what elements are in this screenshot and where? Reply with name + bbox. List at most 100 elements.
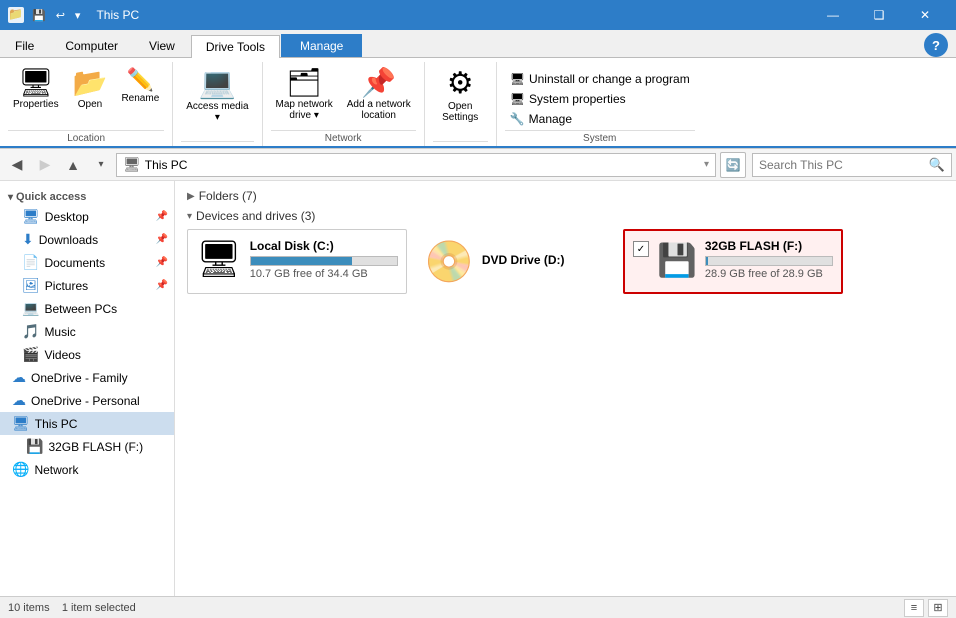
sidebar-item-onedrive-family[interactable]: ☁ OneDrive - Family [0, 366, 174, 389]
address-bar-text: This PC [145, 158, 188, 172]
quick-access-chevron: ▾ [8, 192, 13, 203]
pin-icon: 📌 [156, 211, 168, 222]
documents-icon: 📄 [22, 254, 39, 271]
uninstall-icon: 🖥 [510, 72, 525, 86]
items-count: 10 items [8, 602, 50, 614]
open-settings-button[interactable]: ⚙ OpenSettings [433, 66, 488, 126]
quick-access-section[interactable]: ▾ Quick access [0, 185, 174, 205]
add-network-location-button[interactable]: 📌 Add a networklocation [342, 66, 416, 124]
sidebar-item-pictures[interactable]: 🖼 Pictures 📌 [0, 274, 174, 297]
system-col: 🖥 Uninstall or change a program 🖥 System… [505, 66, 695, 128]
downloads-icon: ⬇ [22, 231, 34, 248]
minimize-button[interactable]: — [810, 0, 856, 30]
quick-access-label: Quick access [16, 191, 86, 203]
back-button[interactable]: ◀ [4, 152, 30, 178]
dvd-name: DVD Drive (D:) [482, 253, 565, 267]
drive-f-progress-bg [705, 256, 833, 266]
folders-section-header[interactable]: ▶ Folders (7) [187, 189, 944, 203]
close-button[interactable]: ✕ [902, 0, 948, 30]
system-properties-button[interactable]: 🖥 System properties [505, 90, 695, 108]
address-bar[interactable]: 🖥 This PC ▾ [116, 153, 716, 177]
quick-access-toolbar: 💾 ↩ ▾ [28, 7, 84, 24]
music-icon: 🎵 [22, 323, 39, 340]
tab-view[interactable]: View [134, 34, 190, 57]
tab-computer[interactable]: Computer [50, 34, 133, 57]
settings-icon: ⚙ [447, 69, 474, 99]
sidebar-item-downloads[interactable]: ⬇ Downloads 📌 [0, 228, 174, 251]
dvd-info: DVD Drive (D:) [482, 253, 565, 270]
maximize-button[interactable]: ❑ [856, 0, 902, 30]
sidebar-item-desktop[interactable]: 🖥 Desktop 📌 [0, 205, 174, 228]
title-text: This PC [96, 8, 139, 22]
details-view-button[interactable]: ≡ [904, 599, 924, 617]
sidebar-item-music[interactable]: 🎵 Music [0, 320, 174, 343]
map-network-drive-button[interactable]: 🗂 Map networkdrive ▾ [271, 66, 338, 124]
uninstall-label: Uninstall or change a program [529, 72, 690, 86]
pictures-label: Pictures [45, 279, 151, 293]
drive-c-icon: 🖥 [196, 238, 242, 280]
drive-f-progress-fill [706, 257, 709, 265]
rename-label: Rename [121, 93, 159, 104]
desktop-label: Desktop [45, 210, 151, 224]
drive-f-row: ✓ 💾 32GB FLASH (F:) 28.9 GB free of 28.9… [633, 239, 833, 280]
uninstall-button[interactable]: 🖥 Uninstall or change a program [505, 70, 695, 88]
refresh-button[interactable]: 🔄 [720, 152, 746, 178]
forward-button[interactable]: ▶ [32, 152, 58, 178]
drive-f-checkbox[interactable]: ✓ [633, 241, 649, 257]
sidebar-item-flash[interactable]: 💾 32GB FLASH (F:) [0, 435, 174, 458]
properties-button[interactable]: 🖥 Properties [8, 66, 64, 113]
properties-label: Properties [13, 99, 59, 110]
sidebar-item-videos[interactable]: 🎬 Videos [0, 343, 174, 366]
navigation-bar: ◀ ▶ ▲ ▾ 🖥 This PC ▾ 🔄 🔍 [0, 149, 956, 181]
qs-undo-icon[interactable]: ↩ [52, 7, 69, 24]
ribbon-group-open-settings: ⚙ OpenSettings [425, 62, 497, 146]
tab-drive-tools[interactable]: Drive Tools [191, 35, 280, 58]
sidebar-item-documents[interactable]: 📄 Documents 📌 [0, 251, 174, 274]
ribbon-content: 🖥 Properties 📂 Open ✏️ Rename Location 💻 [0, 58, 956, 148]
sidebar-item-this-pc[interactable]: 🖥 This PC [0, 412, 174, 435]
access-media-button[interactable]: 💻 Access media▾ [181, 66, 253, 126]
tab-file[interactable]: File [0, 34, 49, 57]
drive-item-flash-f[interactable]: ✓ 💾 32GB FLASH (F:) 28.9 GB free of 28.9… [623, 229, 843, 294]
rename-button[interactable]: ✏️ Rename [116, 66, 164, 107]
flash-drive-label: 32GB FLASH (F:) [48, 440, 168, 454]
dvd-icon: 📀 [424, 238, 474, 285]
folder-icon: 📁 [8, 7, 24, 23]
ribbon-group-network: 🗂 Map networkdrive ▾ 📌 Add a networkloca… [263, 62, 425, 146]
qs-dropdown-icon[interactable]: ▾ [71, 7, 85, 24]
qs-save-icon[interactable]: 💾 [28, 7, 50, 24]
tab-manage[interactable]: Manage [281, 34, 362, 57]
devices-section-header[interactable]: ▾ Devices and drives (3) [187, 209, 944, 223]
system-group-label: System [505, 130, 695, 146]
open-button[interactable]: 📂 Open [68, 66, 113, 113]
manage-button[interactable]: 🔧 Manage [505, 110, 695, 128]
sidebar-item-onedrive-personal[interactable]: ☁ OneDrive - Personal [0, 389, 174, 412]
pin-icon-4: 📌 [156, 280, 168, 291]
sidebar-item-between-pcs[interactable]: 💻 Between PCs [0, 297, 174, 320]
title-bar-left: 📁 💾 ↩ ▾ This PC [8, 7, 139, 24]
drive-item-local-c[interactable]: 🖥 Local Disk (C:) 10.7 GB free of 34.4 G… [187, 229, 407, 294]
onedrive-personal-label: OneDrive - Personal [31, 394, 168, 408]
folders-section-label: Folders (7) [199, 189, 257, 203]
tiles-view-button[interactable]: ⊞ [928, 599, 948, 617]
recent-locations-button[interactable]: ▾ [88, 152, 114, 178]
access-media-icon: 💻 [199, 69, 236, 99]
ribbon-group-system: 🖥 Uninstall or change a program 🖥 System… [497, 62, 703, 146]
network-label: Network [34, 463, 168, 477]
sidebar-item-network[interactable]: 🌐 Network [0, 458, 174, 481]
add-network-icon: 📌 [361, 69, 396, 97]
videos-label: Videos [44, 348, 168, 362]
rename-icon: ✏️ [127, 69, 154, 91]
network-items: 🗂 Map networkdrive ▾ 📌 Add a networkloca… [271, 62, 416, 128]
help-button[interactable]: ? [924, 33, 948, 57]
address-bar-dropdown-icon[interactable]: ▾ [704, 159, 709, 170]
content-area: ▶ Folders (7) ▾ Devices and drives (3) 🖥… [175, 181, 956, 596]
between-pcs-icon: 💻 [22, 300, 39, 317]
manage-label: Manage [529, 112, 572, 126]
selected-count: 1 item selected [62, 602, 136, 614]
drive-item-dvd-d[interactable]: 📀 DVD Drive (D:) [415, 229, 615, 294]
up-button[interactable]: ▲ [60, 152, 86, 178]
drive-f-name: 32GB FLASH (F:) [705, 239, 833, 253]
ribbon-group-location-items: 🖥 Properties 📂 Open ✏️ Rename [8, 62, 164, 128]
search-input[interactable] [759, 158, 929, 172]
